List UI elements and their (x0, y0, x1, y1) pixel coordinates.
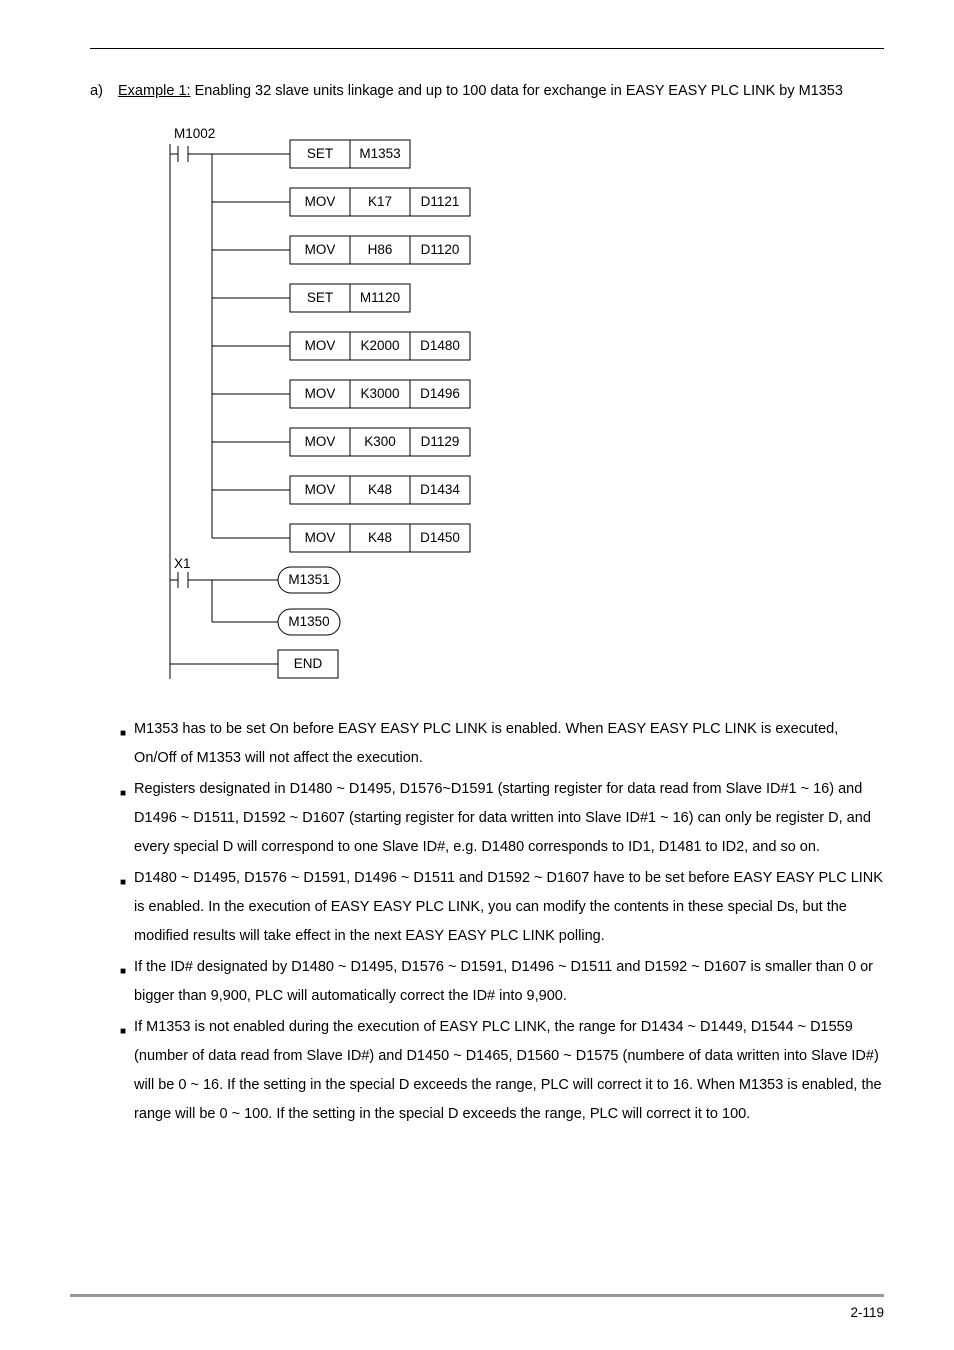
svg-text:K3000: K3000 (360, 386, 399, 401)
svg-text:M1351: M1351 (288, 572, 329, 587)
svg-text:D1434: D1434 (420, 482, 460, 497)
square-bullet-icon: ■ (120, 715, 126, 773)
square-bullet-icon: ■ (120, 864, 126, 951)
svg-text:M1353: M1353 (359, 146, 400, 161)
square-bullet-icon: ■ (120, 953, 126, 1011)
svg-text:D1450: D1450 (420, 530, 460, 545)
bottom-rule (70, 1294, 884, 1297)
bullet-text: M1353 has to be set On before EASY EASY … (134, 715, 884, 773)
svg-text:K300: K300 (364, 434, 396, 449)
rung1-label: M1002 (174, 126, 215, 141)
svg-text:SET: SET (307, 146, 333, 161)
rung2-label: X1 (174, 556, 191, 571)
bullet-text: D1480 ~ D1495, D1576 ~ D1591, D1496 ~ D1… (134, 864, 884, 951)
svg-text:K17: K17 (368, 194, 392, 209)
svg-text:MOV: MOV (305, 530, 336, 545)
svg-text:MOV: MOV (305, 482, 336, 497)
svg-text:K2000: K2000 (360, 338, 399, 353)
bullet-text: Registers designated in D1480 ~ D1495, D… (134, 775, 884, 862)
example-underline: Example 1: (118, 83, 191, 99)
top-rule (90, 48, 884, 49)
bullet-item: ■ If M1353 is not enabled during the exe… (120, 1013, 884, 1129)
bullet-text: If the ID# designated by D1480 ~ D1495, … (134, 953, 884, 1011)
svg-text:D1121: D1121 (421, 194, 460, 209)
list-marker: a) (90, 77, 108, 106)
example-rest: Enabling 32 slave units linkage and up t… (191, 83, 843, 99)
svg-text:K48: K48 (368, 530, 392, 545)
svg-text:END: END (294, 656, 323, 671)
ladder-diagram: M1002 SET M1353 MOV (160, 124, 884, 689)
svg-text:M1350: M1350 (288, 614, 329, 629)
square-bullet-icon: ■ (120, 775, 126, 862)
svg-text:SET: SET (307, 290, 333, 305)
svg-text:D1480: D1480 (420, 338, 460, 353)
list-text: Example 1: Enabling 32 slave units linka… (118, 77, 843, 106)
square-bullet-icon: ■ (120, 1013, 126, 1129)
svg-text:D1129: D1129 (421, 434, 460, 449)
svg-text:M1120: M1120 (360, 290, 400, 305)
svg-text:MOV: MOV (305, 194, 336, 209)
bullet-item: ■ D1480 ~ D1495, D1576 ~ D1591, D1496 ~ … (120, 864, 884, 951)
bullet-item: ■ If the ID# designated by D1480 ~ D1495… (120, 953, 884, 1011)
svg-text:MOV: MOV (305, 338, 336, 353)
svg-text:H86: H86 (368, 242, 393, 257)
svg-text:MOV: MOV (305, 386, 336, 401)
svg-text:MOV: MOV (305, 242, 336, 257)
bullet-item: ■ Registers designated in D1480 ~ D1495,… (120, 775, 884, 862)
svg-text:K48: K48 (368, 482, 392, 497)
example-list-item: a) Example 1: Enabling 32 slave units li… (90, 77, 884, 106)
bullet-item: ■ M1353 has to be set On before EASY EAS… (120, 715, 884, 773)
bullet-text: If M1353 is not enabled during the execu… (134, 1013, 884, 1129)
page-number: 2-119 (70, 1305, 884, 1320)
bullets-list: ■ M1353 has to be set On before EASY EAS… (120, 715, 884, 1129)
svg-text:D1120: D1120 (421, 242, 460, 257)
svg-text:D1496: D1496 (420, 386, 460, 401)
svg-text:MOV: MOV (305, 434, 336, 449)
